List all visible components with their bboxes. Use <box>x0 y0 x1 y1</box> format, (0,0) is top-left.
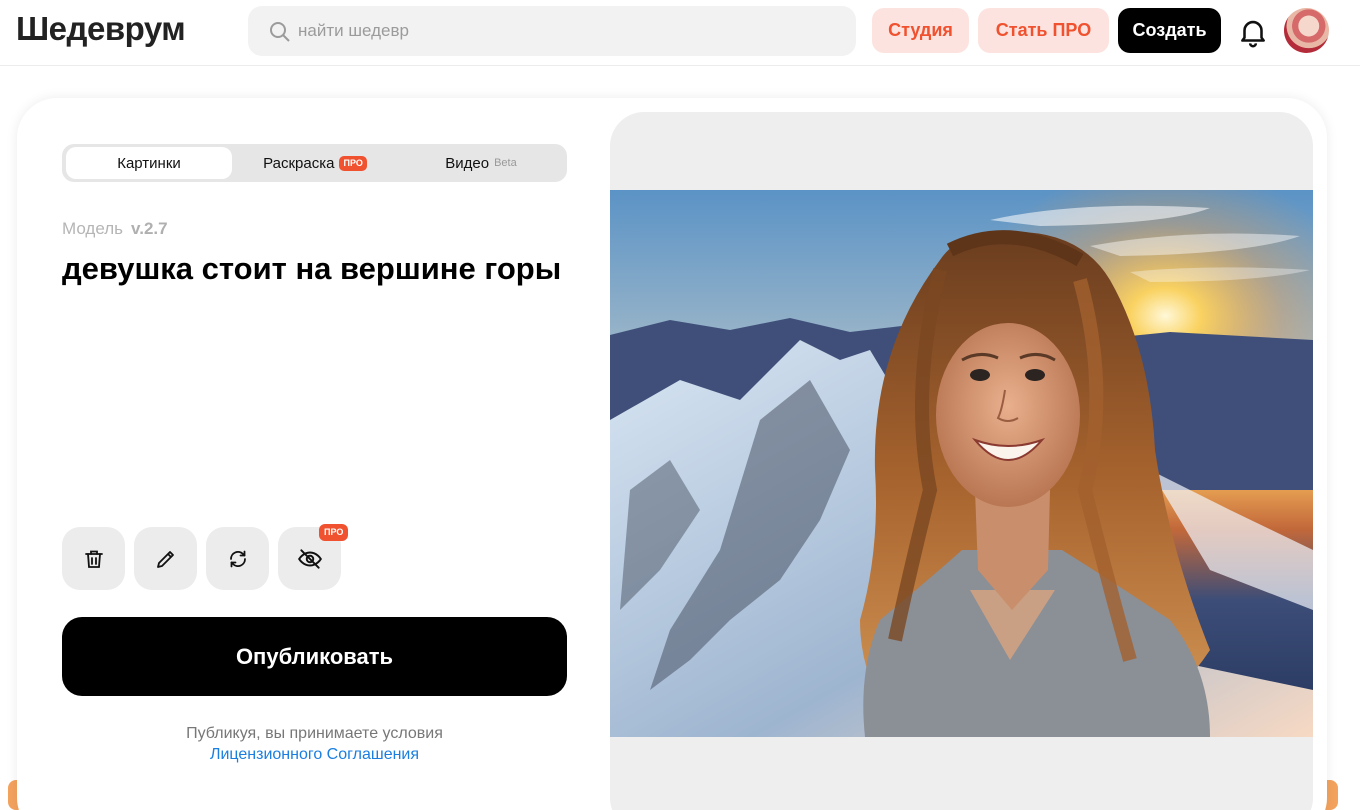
pencil-icon <box>156 550 174 568</box>
beta-badge: Beta <box>494 157 517 169</box>
model-label: Модель <box>62 219 124 238</box>
publish-button[interactable]: Опубликовать <box>62 617 567 696</box>
search-input[interactable] <box>298 6 838 56</box>
pro-badge: ПРО <box>319 524 349 541</box>
tab-label: Картинки <box>117 154 181 172</box>
search-box[interactable] <box>248 6 856 56</box>
top-bar: Шедеврум Студия Стать ПРО Создать <box>0 0 1360 66</box>
model-version: v.2.7 <box>131 219 168 238</box>
search-icon <box>270 22 290 42</box>
tab-pictures[interactable]: Картинки <box>66 147 232 179</box>
pro-badge: ПРО <box>339 155 367 171</box>
become-pro-button[interactable]: Стать ПРО <box>978 8 1109 53</box>
eye-off-icon <box>297 548 322 569</box>
terms-text: Публикуя, вы принимаете условия <box>186 725 443 742</box>
tab-coloring[interactable]: Раскраска ПРО <box>232 147 398 179</box>
refresh-icon <box>229 550 246 567</box>
bell-icon[interactable] <box>1236 15 1270 49</box>
studio-button[interactable]: Студия <box>872 8 969 53</box>
trash-icon <box>84 550 103 568</box>
tab-label: Раскраска <box>263 154 335 172</box>
logo[interactable]: Шедеврум <box>16 10 186 48</box>
mode-tabs: Картинки Раскраска ПРО Видео Beta <box>62 144 567 182</box>
terms-notice: Публикуя, вы принимаете условия Лицензио… <box>62 723 567 765</box>
prompt-text: девушка стоит на вершине горы <box>62 251 562 286</box>
model-info: Модель v.2.7 <box>62 219 168 239</box>
license-agreement-link[interactable]: Лицензионного Соглашения <box>62 744 567 765</box>
create-button[interactable]: Создать <box>1118 8 1221 53</box>
delete-button[interactable] <box>62 527 125 590</box>
avatar[interactable] <box>1284 8 1329 53</box>
regenerate-button[interactable] <box>206 527 269 590</box>
tab-label: Видео <box>445 154 490 172</box>
generated-image[interactable] <box>610 190 1313 737</box>
tab-video[interactable]: Видео Beta <box>398 147 564 179</box>
edit-button[interactable] <box>134 527 197 590</box>
